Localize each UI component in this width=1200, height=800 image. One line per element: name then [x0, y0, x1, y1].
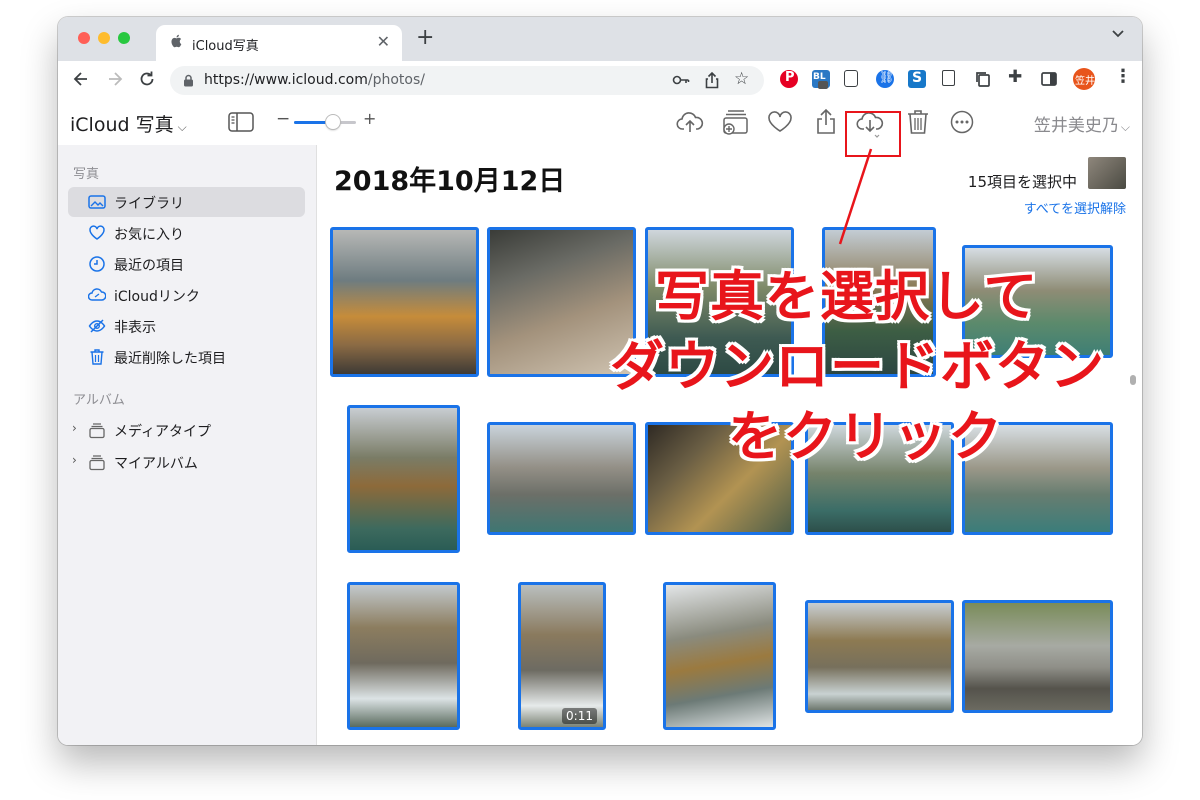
- annotation-line-1: 写真を選択して: [655, 265, 1039, 328]
- annotation-line-3: をクリック: [728, 405, 1003, 468]
- annotation-line-2: ダウンロードボタン: [610, 335, 1105, 398]
